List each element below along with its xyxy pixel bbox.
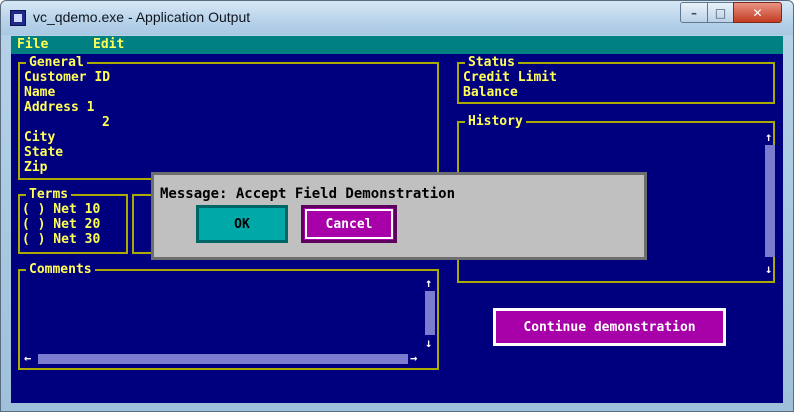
terms-net30-radio[interactable]: ( ) Net 30 (22, 232, 100, 247)
console-area: File Edit General Customer ID Name Addre… (11, 36, 783, 403)
general-group: General Customer ID Name Address 1 2 Cit… (18, 55, 439, 180)
continue-demonstration-button[interactable]: Continue demonstration (493, 308, 726, 346)
name-label[interactable]: Name (24, 85, 55, 100)
credit-limit-label[interactable]: Credit Limit (463, 70, 557, 85)
comments-horizontal-scrollbar[interactable] (38, 354, 408, 364)
application-window: vc_qdemo.exe - Application Output – □ ✕ … (0, 0, 794, 412)
comments-scroll-left-arrow-icon[interactable]: ← (24, 352, 31, 364)
menu-bar: File Edit (11, 36, 783, 54)
customer-id-label[interactable]: Customer ID (24, 70, 110, 85)
state-label[interactable]: State (24, 145, 63, 160)
menu-file[interactable]: File (17, 37, 48, 52)
status-title: Status (465, 55, 518, 70)
ok-button[interactable]: OK (196, 205, 288, 243)
menu-edit[interactable]: Edit (93, 37, 124, 52)
address2-label[interactable]: 2 (102, 115, 110, 130)
general-title: General (26, 55, 87, 70)
terms-group: Terms ( ) Net 10 ( ) Net 20 ( ) Net 30 (18, 187, 128, 254)
close-button[interactable]: ✕ (733, 2, 782, 23)
terms-title: Terms (26, 187, 72, 202)
app-icon (10, 10, 26, 26)
title-bar[interactable]: vc_qdemo.exe - Application Output – □ ✕ (1, 1, 793, 35)
status-group: Status Credit Limit Balance (457, 55, 775, 104)
address1-label[interactable]: Address 1 (24, 100, 94, 115)
window-title: vc_qdemo.exe - Application Output (33, 9, 251, 25)
zip-label[interactable]: Zip (24, 160, 47, 175)
terms-net10-radio[interactable]: ( ) Net 10 (22, 202, 100, 217)
maximize-button[interactable]: □ (707, 2, 734, 23)
comments-scroll-down-arrow-icon[interactable]: ↓ (425, 337, 432, 349)
terms-net20-radio[interactable]: ( ) Net 20 (22, 217, 100, 232)
history-scroll-up-arrow-icon[interactable]: ↑ (765, 131, 772, 143)
comments-group: Comments ↑ ↓ ← → (18, 262, 439, 370)
cancel-button[interactable]: Cancel (301, 205, 397, 243)
minimize-button[interactable]: – (680, 2, 708, 23)
dialog-message: Message: Accept Field Demonstration (160, 186, 456, 202)
comments-scroll-right-arrow-icon[interactable]: → (410, 352, 417, 364)
comments-title: Comments (26, 262, 95, 277)
comments-scroll-up-arrow-icon[interactable]: ↑ (425, 277, 432, 289)
history-title: History (465, 114, 526, 129)
comments-vertical-scrollbar[interactable] (425, 291, 435, 335)
history-scroll-down-arrow-icon[interactable]: ↓ (765, 263, 772, 275)
city-label[interactable]: City (24, 130, 55, 145)
balance-label[interactable]: Balance (463, 85, 518, 100)
history-scrollbar[interactable] (765, 145, 775, 257)
message-dialog: Message: Accept Field Demonstration OK C… (151, 172, 647, 260)
